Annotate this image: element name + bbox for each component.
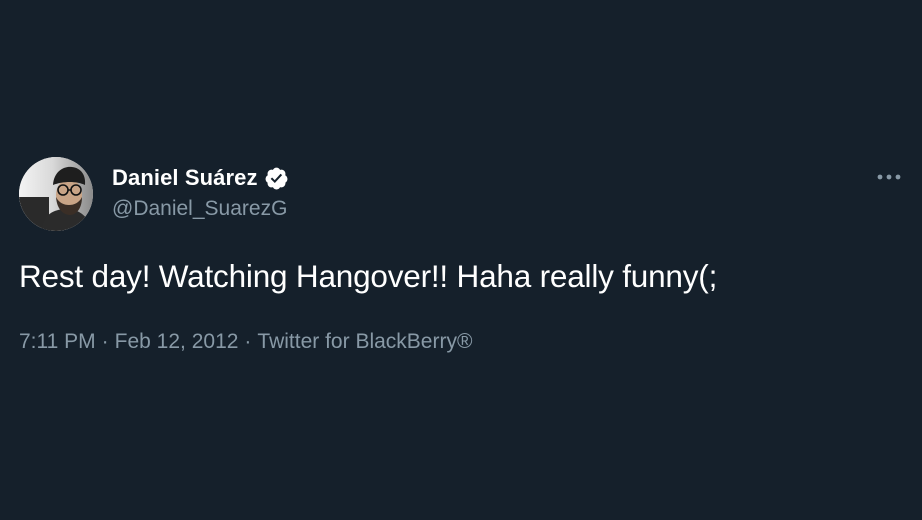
display-name[interactable]: Daniel Suárez bbox=[112, 165, 258, 191]
tweet-card: Daniel Suárez @Daniel_SuarezG Rest day! … bbox=[0, 0, 922, 520]
author-handle[interactable]: @Daniel_SuarezG bbox=[112, 197, 287, 221]
tweet-meta: 7:11 PM · Feb 12, 2012 · Twitter for BlackBe… bbox=[19, 330, 472, 354]
tweet-source-link[interactable]: Twitter for BlackBerry® bbox=[257, 330, 472, 353]
author-name-row[interactable]: Daniel Suárez bbox=[112, 163, 289, 193]
more-horizontal-icon bbox=[877, 174, 901, 180]
tweet-date-link[interactable]: Feb 12, 2012 bbox=[115, 330, 239, 353]
avatar[interactable] bbox=[19, 157, 93, 231]
tweet-time-link[interactable]: 7:11 PM bbox=[19, 330, 96, 353]
verified-badge-icon bbox=[264, 166, 289, 191]
more-options-button[interactable] bbox=[876, 166, 902, 188]
profile-photo-icon bbox=[19, 157, 93, 231]
meta-separator: · bbox=[244, 330, 252, 353]
meta-separator: · bbox=[101, 330, 109, 353]
tweet-text: Rest day! Watching Hangover!! Haha reall… bbox=[19, 258, 718, 294]
